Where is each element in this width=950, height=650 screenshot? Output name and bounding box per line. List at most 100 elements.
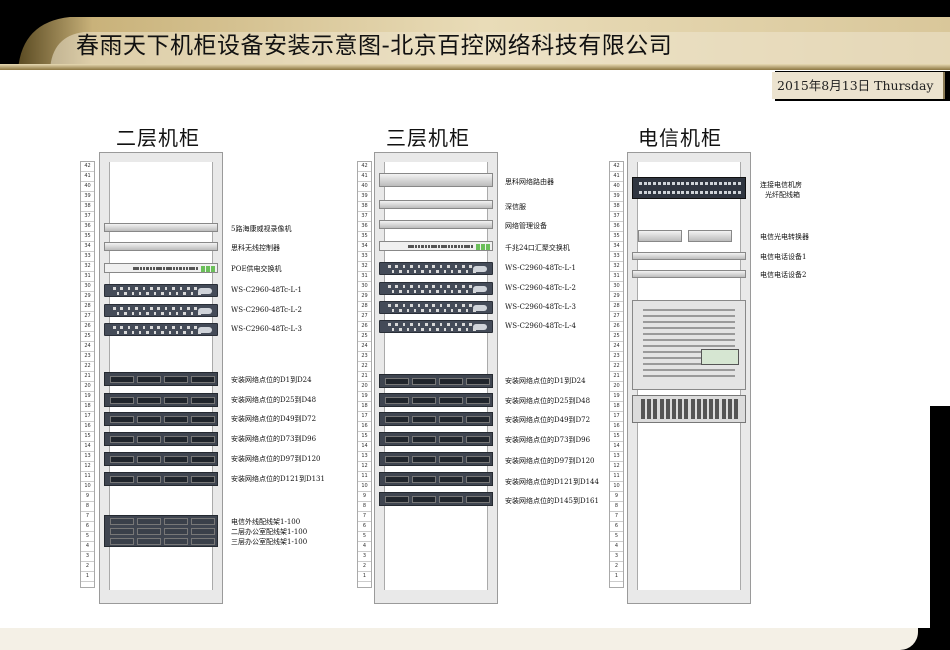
rack-unit-number: 27 — [610, 312, 623, 322]
rack-unit-number: 21 — [358, 372, 371, 382]
rack-unit-number: 28 — [81, 302, 94, 312]
rack-unit-number: 39 — [81, 192, 94, 202]
rack-unit-number: 25 — [610, 332, 623, 342]
rack-unit-number: 32 — [81, 262, 94, 272]
rack-unit-number: 27 — [358, 312, 371, 322]
device-label: WS-C2960-48Tc-L-4 — [505, 322, 576, 330]
poe-switch-device — [104, 263, 218, 273]
rack-unit-number: 23 — [81, 352, 94, 362]
switch-device — [104, 284, 218, 297]
rack-unit-number: 22 — [610, 362, 623, 372]
rack-unit-number: 36 — [81, 222, 94, 232]
rack-unit-number: 35 — [81, 232, 94, 242]
device-label: 安装网络点位的D25到D48 — [231, 396, 317, 404]
switch-device — [379, 262, 493, 275]
rack-unit-number: 22 — [358, 362, 371, 372]
device-label: WS-C2960-48Tc-L-3 — [231, 325, 302, 333]
rack-unit-number: 33 — [81, 252, 94, 262]
rack-unit-number: 26 — [358, 322, 371, 332]
rack-unit-number: 13 — [358, 452, 371, 462]
patch-panel-device — [379, 374, 493, 388]
rack-unit-number: 38 — [610, 202, 623, 212]
rack-unit-number: 1 — [358, 572, 371, 582]
rack-unit-number: 42 — [81, 162, 94, 172]
rack-unit-number: 2 — [358, 562, 371, 572]
rack-unit-number: 19 — [610, 392, 623, 402]
device-label: 二层办公室配线架1-100 — [231, 528, 308, 536]
device-label: 安装网络点位的D97到D120 — [231, 455, 321, 463]
fiber-distribution-box — [632, 177, 746, 199]
rack-unit-number: 40 — [81, 182, 94, 192]
device-label: 安装网络点位的D73到D96 — [505, 436, 591, 444]
switch-device — [379, 320, 493, 333]
network-management-device — [379, 220, 493, 229]
rack-unit-number: 25 — [81, 332, 94, 342]
rack-unit-number: 36 — [610, 222, 623, 232]
rack-unit-number: 16 — [358, 422, 371, 432]
rack-unit-number: 4 — [81, 542, 94, 552]
wireless-controller-device — [104, 242, 218, 251]
rack-unit-number: 7 — [610, 512, 623, 522]
device-label: WS-C2960-48Tc-L-3 — [505, 303, 576, 311]
rack-unit-number: 35 — [610, 232, 623, 242]
rack-unit-number: 24 — [610, 342, 623, 352]
fiber-patch-device — [104, 515, 218, 547]
rack-unit-number: 12 — [610, 462, 623, 472]
switch-device — [104, 304, 218, 317]
date-label: 2015年8月13日 Thursday — [772, 72, 945, 99]
patch-panel-device — [104, 412, 218, 426]
rack-unit-number: 26 — [610, 322, 623, 332]
rack-unit-number: 20 — [81, 382, 94, 392]
rack-unit-number: 19 — [81, 392, 94, 402]
device-label: 思科网络路由器 — [505, 178, 554, 186]
rack-unit-number: 29 — [358, 292, 371, 302]
rack-unit-number: 28 — [358, 302, 371, 312]
rack-unit-number: 32 — [358, 262, 371, 272]
rack-unit-number: 38 — [358, 202, 371, 212]
rack-unit-number: 17 — [81, 412, 94, 422]
device-label: 电信光电转换器 — [760, 233, 809, 241]
device-label: 深信服 — [505, 203, 526, 211]
rack-unit-number: 34 — [81, 242, 94, 252]
rack-unit-number: 37 — [610, 212, 623, 222]
rack-unit-number: 25 — [358, 332, 371, 342]
right-edge-panel — [930, 406, 950, 650]
device-label: POE供电交换机 — [231, 265, 282, 273]
patch-panel-device — [104, 472, 218, 486]
rack-unit-number: 8 — [81, 502, 94, 512]
rack-unit-number: 23 — [610, 352, 623, 362]
device-label: 5路海康威视录像机 — [231, 225, 292, 233]
patch-panel-device — [104, 452, 218, 466]
rack-unit-number: 39 — [358, 192, 371, 202]
rack-unit-number: 15 — [610, 432, 623, 442]
device-label: 安装网络点位的D25到D48 — [505, 397, 591, 405]
device-label: 连接电信机房 — [760, 181, 802, 189]
rack-unit-number: 10 — [358, 482, 371, 492]
rack-unit-number: 14 — [81, 442, 94, 452]
rack-unit-number: 38 — [81, 202, 94, 212]
device-label: 光纤配线箱 — [765, 191, 800, 199]
rack-unit-number: 2 — [610, 562, 623, 572]
rack-unit-number: 7 — [81, 512, 94, 522]
rack-unit-number: 12 — [358, 462, 371, 472]
rack-unit-number: 22 — [81, 362, 94, 372]
rack-unit-number: 24 — [81, 342, 94, 352]
device-label: 千兆24口汇聚交换机 — [505, 244, 570, 252]
rack-unit-number: 33 — [610, 252, 623, 262]
rack-unit-number: 10 — [81, 482, 94, 492]
switch-device — [104, 323, 218, 336]
device-label: WS-C2960-48Tc-L-2 — [231, 306, 302, 314]
switch-device — [379, 282, 493, 295]
rack-unit-number: 41 — [81, 172, 94, 182]
rack-unit-number: 41 — [358, 172, 371, 182]
rack-unit-number: 10 — [610, 482, 623, 492]
rack-unit-number: 6 — [358, 522, 371, 532]
rack-unit-number: 20 — [358, 382, 371, 392]
rack-unit-number: 5 — [81, 532, 94, 542]
device-label: 安装网络点位的D145到D161 — [505, 497, 599, 505]
rack-title-3f: 三层机柜 — [386, 126, 470, 150]
device-label: 三层办公室配线架1-100 — [231, 538, 308, 546]
device-label: WS-C2960-48Tc-L-2 — [505, 284, 576, 292]
rack-unit-number: 11 — [610, 472, 623, 482]
rack-unit-number: 42 — [610, 162, 623, 172]
